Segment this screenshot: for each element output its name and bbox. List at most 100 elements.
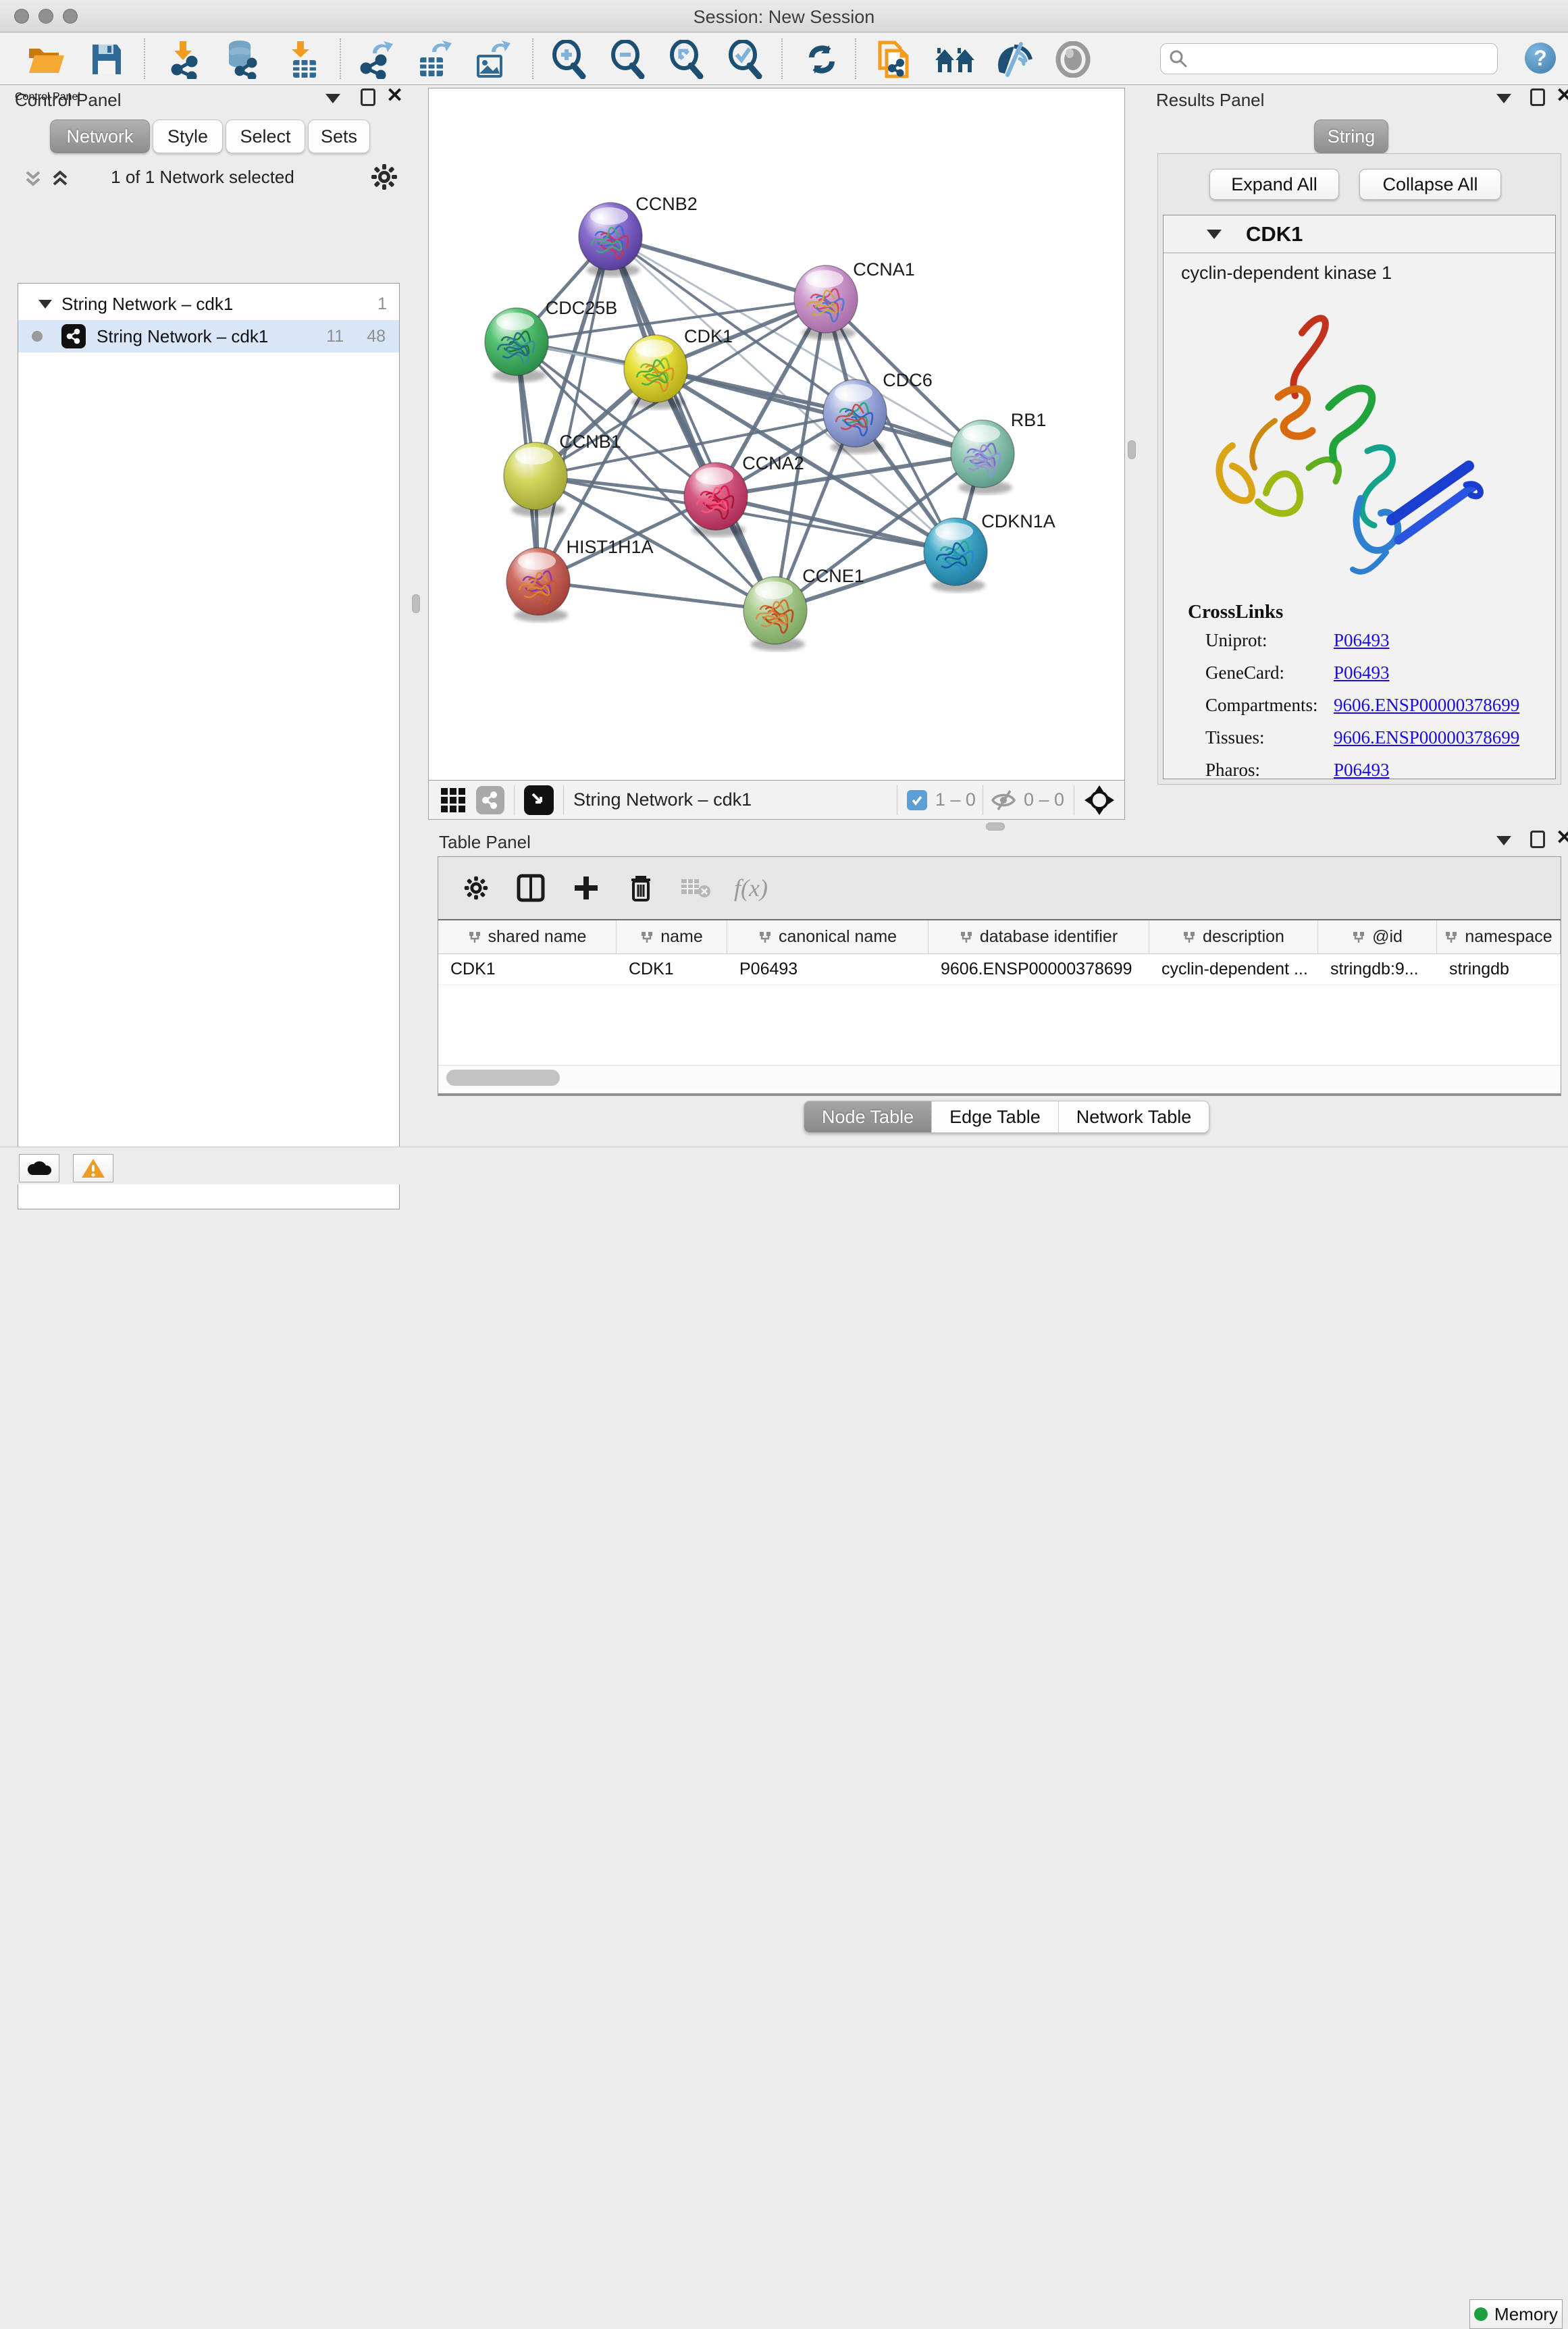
expand-all-button[interactable]: Expand All bbox=[1209, 169, 1339, 200]
edge-HIST1H1A-CCNE1[interactable] bbox=[538, 581, 775, 610]
panel-menu-icon[interactable] bbox=[1496, 94, 1511, 103]
network-share-icon[interactable] bbox=[476, 786, 504, 814]
zoom-fit-button[interactable] bbox=[665, 38, 708, 80]
column-header-name[interactable]: name bbox=[617, 920, 727, 953]
network-selection-status: 1 of 1 Network selected bbox=[81, 167, 324, 188]
gene-header[interactable]: CDK1 bbox=[1164, 215, 1555, 253]
show-columns-icon[interactable] bbox=[517, 874, 545, 902]
search-box[interactable] bbox=[1160, 43, 1498, 74]
panel-float-icon[interactable] bbox=[361, 88, 375, 106]
panel-close-icon[interactable]: ✕ bbox=[1556, 87, 1568, 105]
open-folder-icon bbox=[26, 42, 66, 77]
hide-graphics-button[interactable] bbox=[993, 38, 1036, 80]
fit-crosshair-icon[interactable] bbox=[1084, 785, 1115, 816]
tab-style[interactable]: Style bbox=[153, 120, 223, 153]
zoom-in-button[interactable] bbox=[548, 38, 591, 80]
tab-network[interactable]: Network bbox=[50, 120, 150, 153]
crosslink-value[interactable]: P06493 bbox=[1334, 662, 1555, 683]
table-hscrollbar-thumb[interactable] bbox=[446, 1070, 560, 1086]
panel-menu-icon[interactable] bbox=[325, 94, 340, 103]
warning-button[interactable] bbox=[73, 1154, 113, 1182]
cell-namespace[interactable]: stringdb bbox=[1437, 954, 1561, 985]
import-table-button[interactable] bbox=[281, 38, 324, 80]
network-collection-row[interactable]: String Network – cdk1 1 bbox=[18, 289, 399, 319]
collapse-all-button[interactable]: Collapse All bbox=[1359, 169, 1501, 200]
network-canvas[interactable]: CCNB2CCNA1CDC25BCDK1CDC6RB1CCNB1CCNA2CDK… bbox=[428, 88, 1125, 781]
column-header--id[interactable]: @id bbox=[1318, 920, 1437, 953]
houses-button[interactable] bbox=[934, 38, 977, 80]
node-CCNB2[interactable]: CCNB2 bbox=[579, 194, 698, 277]
tab-sets[interactable]: Sets bbox=[308, 120, 370, 153]
node-CDC6[interactable]: CDC6 bbox=[823, 370, 933, 454]
node-CDKN1A[interactable]: CDKN1A bbox=[924, 511, 1055, 592]
save-session-button[interactable] bbox=[85, 38, 128, 80]
crosslink-value[interactable]: P06493 bbox=[1334, 630, 1555, 651]
crosslink-value[interactable]: 9606.ENSP00000378699 bbox=[1334, 727, 1555, 748]
column-header-shared-name[interactable]: shared name bbox=[438, 920, 617, 953]
cell-description[interactable]: cyclin-dependent ... bbox=[1149, 954, 1318, 985]
cell-shared-name[interactable]: CDK1 bbox=[438, 954, 617, 985]
expand-all-networks-icon[interactable] bbox=[50, 167, 70, 190]
selected-checkbox[interactable] bbox=[907, 790, 927, 810]
column-header-description[interactable]: description bbox=[1149, 920, 1318, 953]
node-HIST1H1A[interactable]: HIST1H1A bbox=[506, 537, 654, 622]
help-button[interactable]: ? bbox=[1525, 43, 1556, 74]
tab-node-table[interactable]: Node Table bbox=[804, 1101, 932, 1132]
panel-close-icon[interactable]: ✕ bbox=[1556, 829, 1568, 847]
edge-CDK1-RB1[interactable] bbox=[656, 369, 983, 454]
add-column-icon[interactable] bbox=[572, 874, 600, 902]
table-hscrollbar[interactable] bbox=[438, 1065, 1561, 1089]
panel-menu-icon[interactable] bbox=[1496, 836, 1511, 845]
gene-expander-icon[interactable] bbox=[1207, 230, 1222, 239]
zoom-selected-button[interactable] bbox=[724, 38, 767, 80]
import-network-button[interactable] bbox=[162, 38, 205, 80]
column-header-canonical-name[interactable]: canonical name bbox=[727, 920, 929, 953]
file-network-button[interactable] bbox=[873, 38, 916, 80]
table-gear-icon[interactable] bbox=[463, 874, 490, 901]
cell--id[interactable]: stringdb:9... bbox=[1318, 954, 1437, 985]
function-builder-icon[interactable]: f(x) bbox=[734, 874, 768, 902]
delete-column-trash-icon[interactable] bbox=[627, 873, 654, 903]
cell-database-identifier[interactable]: 9606.ENSP00000378699 bbox=[929, 954, 1149, 985]
export-network-button[interactable] bbox=[354, 38, 397, 80]
tab-string[interactable]: String bbox=[1314, 120, 1388, 153]
open-in-window-icon[interactable] bbox=[524, 785, 554, 815]
cloud-button[interactable] bbox=[19, 1154, 59, 1182]
collection-expander-icon[interactable] bbox=[38, 300, 52, 309]
cell-canonical-name[interactable]: P06493 bbox=[727, 954, 929, 985]
import-database-button[interactable] bbox=[220, 38, 263, 80]
tab-network-table[interactable]: Network Table bbox=[1059, 1101, 1209, 1132]
panel-float-icon[interactable] bbox=[1530, 88, 1545, 106]
edge-CCNB2-CCNA1[interactable] bbox=[610, 236, 826, 299]
network-options-gear-icon[interactable] bbox=[370, 163, 398, 191]
cloud-icon bbox=[26, 1159, 53, 1178]
birdseye-grid-icon[interactable] bbox=[440, 787, 467, 814]
table-row[interactable]: CDK1CDK1P064939606.ENSP00000378699cyclin… bbox=[438, 954, 1561, 985]
panel-float-icon[interactable] bbox=[1530, 831, 1545, 848]
crosslink-value[interactable]: P06493 bbox=[1334, 760, 1555, 781]
cell-name[interactable]: CDK1 bbox=[617, 954, 727, 985]
collapse-all-networks-icon[interactable] bbox=[23, 167, 43, 190]
export-table-button[interactable] bbox=[412, 38, 455, 80]
open-session-button[interactable] bbox=[24, 38, 68, 80]
delete-table-icon[interactable] bbox=[680, 876, 711, 899]
export-image-button[interactable] bbox=[470, 38, 513, 80]
node-CCNB1[interactable]: CCNB1 bbox=[504, 431, 621, 517]
node-CCNA2[interactable]: CCNA2 bbox=[684, 453, 804, 537]
network-row[interactable]: String Network – cdk1 11 48 bbox=[18, 320, 399, 352]
node-RB1[interactable]: RB1 bbox=[951, 410, 1046, 494]
crosslink-value[interactable]: 9606.ENSP00000378699 bbox=[1334, 695, 1555, 716]
memory-button[interactable]: Memory bbox=[1469, 2299, 1563, 2329]
show-graphics-button[interactable] bbox=[1051, 38, 1095, 80]
column-header-namespace[interactable]: namespace bbox=[1437, 920, 1561, 953]
zoom-out-button[interactable] bbox=[606, 38, 650, 80]
left-splitter-grip[interactable] bbox=[412, 594, 420, 613]
panel-close-icon[interactable]: ✕ bbox=[386, 87, 403, 105]
column-header-database-identifier[interactable]: database identifier bbox=[929, 920, 1149, 953]
edge-CCNB2-HIST1H1A[interactable] bbox=[538, 236, 610, 581]
tab-edge-table[interactable]: Edge Table bbox=[932, 1101, 1059, 1132]
tab-select[interactable]: Select bbox=[226, 120, 305, 153]
search-input[interactable] bbox=[1195, 49, 1489, 68]
refresh-button[interactable] bbox=[800, 38, 843, 80]
node-CDK1[interactable]: CDK1 bbox=[624, 326, 733, 409]
